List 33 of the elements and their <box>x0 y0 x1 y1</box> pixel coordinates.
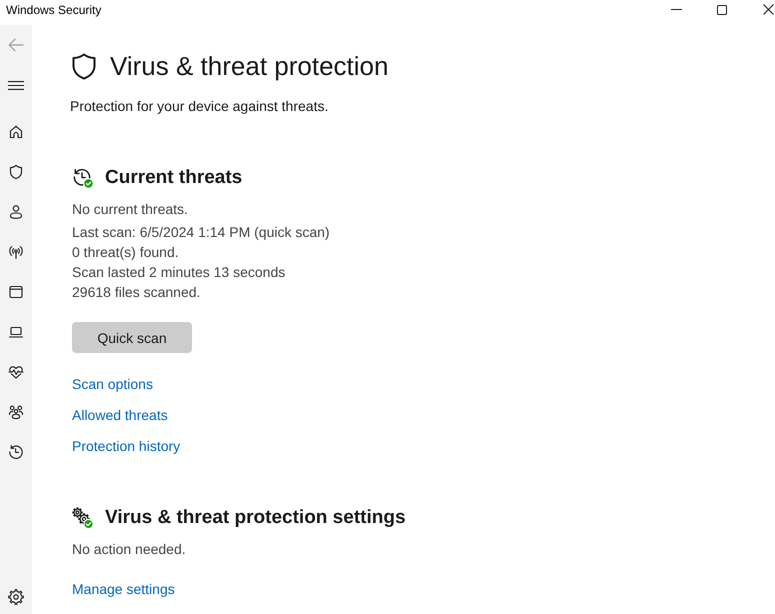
maximize-icon[interactable] <box>717 4 727 14</box>
menu-icon[interactable] <box>8 80 24 90</box>
action-button[interactable]: Quick scan <box>72 322 192 353</box>
detail-text: Last scan: 6/5/2024 1:14 PM (quick scan) <box>72 223 330 242</box>
text-link[interactable]: Allowed threats <box>72 405 168 425</box>
status-text: No action needed. <box>72 540 186 559</box>
clock-check-icon <box>72 167 94 189</box>
heart-pulse-icon[interactable] <box>8 364 24 380</box>
shield-icon[interactable] <box>8 164 24 180</box>
history-icon[interactable] <box>8 444 24 460</box>
gears-check-icon <box>72 507 94 529</box>
text-link[interactable]: Scan options <box>72 374 153 394</box>
status-text: No current threats. <box>72 200 188 219</box>
antenna-icon[interactable] <box>8 244 24 260</box>
people-icon[interactable] <box>8 404 24 420</box>
section-heading: Virus & threat protection settings <box>105 507 406 529</box>
laptop-icon[interactable] <box>8 324 24 340</box>
settings-icon[interactable] <box>8 589 24 605</box>
detail-text: 0 threat(s) found. <box>72 243 179 262</box>
person-icon[interactable] <box>8 204 24 220</box>
home-icon[interactable] <box>8 124 24 140</box>
window-title: Windows Security <box>5 2 102 19</box>
minimize-icon[interactable] <box>670 9 682 10</box>
detail-text: Scan lasted 2 minutes 13 seconds <box>72 263 286 282</box>
page-subtitle: Protection for your device against threats. <box>70 97 328 116</box>
detail-text: 29618 files scanned. <box>72 283 200 302</box>
close-icon[interactable] <box>763 4 774 15</box>
text-link[interactable]: Manage settings <box>72 579 175 599</box>
text-link[interactable]: Protection history <box>72 436 180 456</box>
section-heading: Current threats <box>105 167 242 189</box>
window-icon[interactable] <box>8 284 24 300</box>
page-title: Virus & threat protection <box>110 50 388 82</box>
shield-icon <box>72 52 96 80</box>
